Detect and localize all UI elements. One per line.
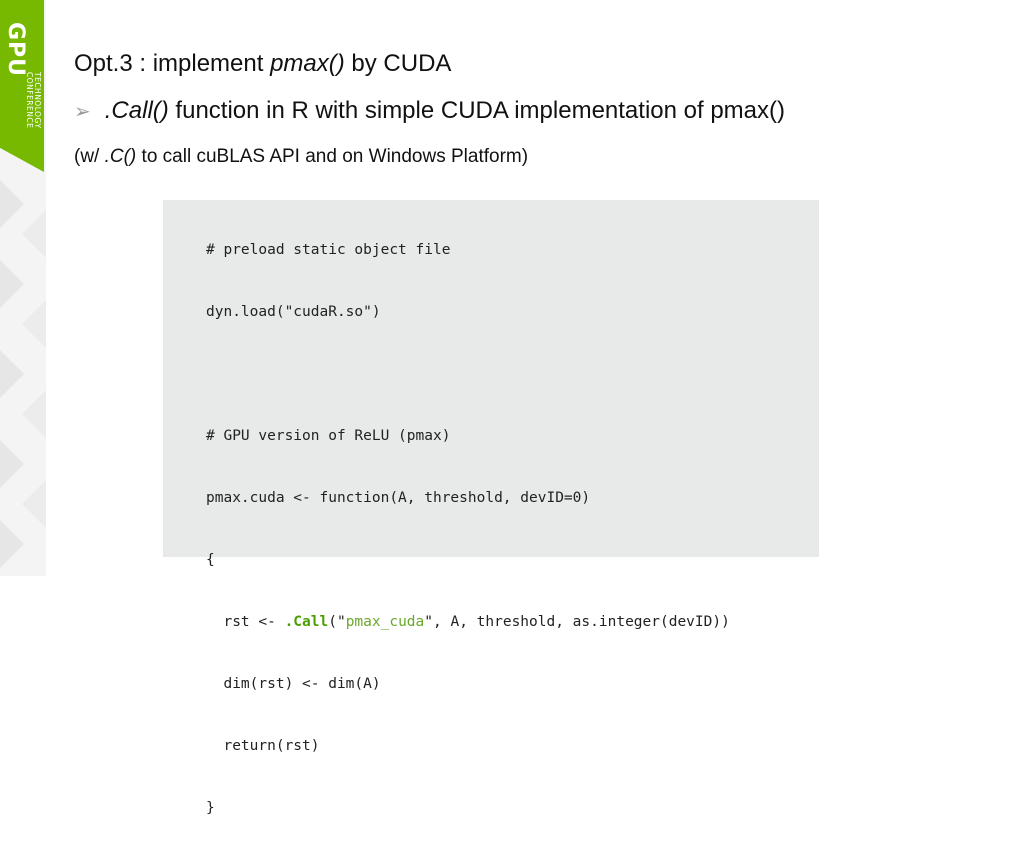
title-prefix: Opt.3 : implement [74, 50, 271, 77]
code-block: # preload static object file dyn.load("c… [163, 200, 819, 816]
bullet-func: .Call() [104, 97, 169, 124]
slide-note: (w/ .C() to call cuBLAS API and on Windo… [74, 146, 528, 168]
bullet-point: ➢ .Call() function in R with simple CUDA… [74, 97, 785, 125]
code-line: dim(rst) <- dim(A) [206, 676, 381, 692]
note-prefix: (w/ [74, 146, 105, 167]
arrow-bullet-icon: ➢ [74, 100, 91, 123]
bullet-rest: function in R with simple CUDA implement… [168, 97, 785, 124]
code-segment: rst <- [206, 614, 285, 630]
logo-gpu-text: GPU [3, 22, 28, 78]
code-segment: (" [328, 614, 346, 630]
code-line: # GPU version of ReLU (pmax) [206, 428, 451, 444]
logo-conference-text: TECHNOLOGY CONFERENCE [25, 72, 42, 129]
code-line: rst <- .Call("pmax_cuda", A, threshold, … [206, 612, 730, 642]
title-suffix: by CUDA [344, 50, 452, 77]
code-line: # preload static object file [206, 242, 451, 258]
code-keyword: .Call [284, 614, 329, 630]
slide-title: Opt.3 : implement pmax() by CUDA [74, 50, 451, 78]
code-string: pmax_cuda [345, 614, 425, 630]
code-line: } [206, 800, 215, 816]
code-line: dyn.load("cudaR.so") [206, 304, 381, 320]
logo-line-conference: CONFERENCE [25, 72, 34, 129]
note-func: .C() [104, 146, 137, 167]
code-listing: # preload static object file dyn.load("c… [206, 208, 730, 860]
code-segment: ", A, threshold, as.integer(devID)) [424, 614, 730, 630]
gpu-conference-logo: GPU TECHNOLOGY CONFERENCE [0, 0, 44, 172]
title-func: pmax() [270, 50, 345, 77]
bullet-text: .Call() function in R with simple CUDA i… [105, 97, 785, 125]
code-line: pmax.cuda <- function(A, threshold, devI… [206, 490, 591, 506]
code-line: return(rst) [206, 738, 320, 754]
note-suffix: to call cuBLAS API and on Windows Platfo… [136, 146, 529, 167]
logo-line-technology: TECHNOLOGY [33, 72, 42, 129]
